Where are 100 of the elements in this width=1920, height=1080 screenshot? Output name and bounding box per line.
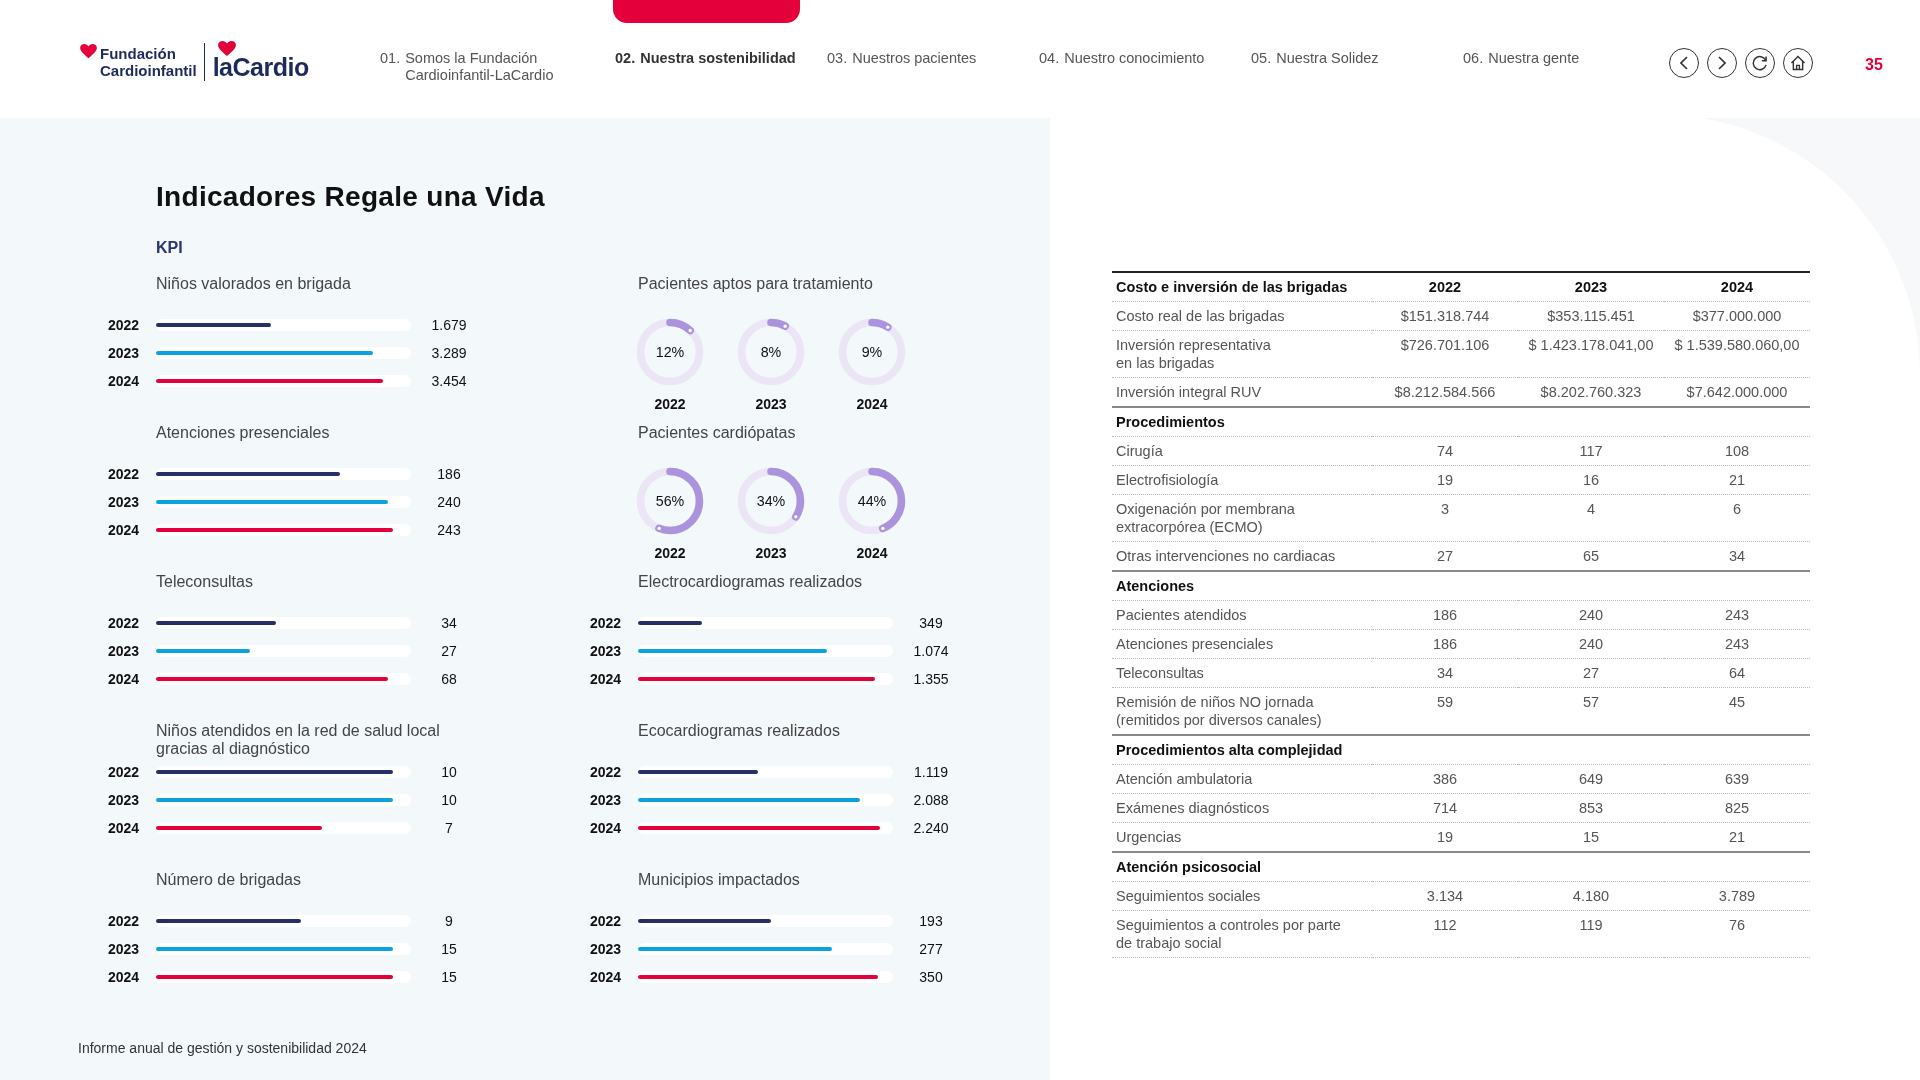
donut-chart (737, 467, 805, 535)
table-cell: $377.000.000 (1664, 301, 1810, 331)
donut-chart (838, 467, 906, 535)
nav-tab[interactable]: Nuestra gente (1488, 50, 1580, 84)
value-label: 10 (440, 764, 458, 780)
nav-tab[interactable]: 06. (1463, 50, 1484, 84)
table-cell: Costo real de las brigadas (1112, 301, 1372, 331)
table-cell: 117 (1518, 436, 1664, 466)
nav-tab[interactable]: Nuestro conocimiento (1064, 50, 1205, 84)
value-label: 349 (918, 615, 944, 631)
table-cell: 21 (1664, 822, 1810, 852)
column-header: 2024 (1664, 272, 1810, 302)
section-label: KPI (156, 238, 184, 258)
table-cell: 64 (1664, 658, 1810, 688)
table-cell: 57 (1518, 687, 1664, 735)
year-label: 2024 (590, 969, 623, 985)
table-cell: 19 (1372, 822, 1518, 852)
table-cell: 649 (1518, 764, 1664, 794)
table-header: Costo e inversión de las brigadas (1112, 272, 1372, 302)
year-label: 2024 (590, 820, 623, 836)
table-cell: Pacientes atendidos (1112, 600, 1372, 630)
table-cell: Inversión representativa en las brigadas (1112, 330, 1372, 378)
value-label: 27 (440, 643, 458, 659)
year-label: 2023 (108, 494, 141, 510)
table-cell: 3.134 (1372, 881, 1518, 911)
year-label: 2024 (108, 522, 141, 538)
heart-icon (217, 40, 236, 57)
year-label: 2022 (108, 466, 141, 482)
table-cell: 65 (1518, 541, 1664, 571)
nav-tab[interactable]: Nuestra Solidez (1276, 50, 1379, 84)
page-title: Indicadores Regale una Vida (156, 180, 546, 214)
year-label: 2024 (108, 969, 141, 985)
table-cell: 19 (1372, 465, 1518, 495)
table-cell: Electrofisiología (1112, 465, 1372, 495)
table-cell: 243 (1664, 629, 1810, 659)
value-label: 1.679 (430, 317, 468, 333)
table-cell: $7.642.000.000 (1664, 377, 1810, 407)
table-cell: 119 (1518, 910, 1664, 958)
heart-icon (80, 44, 97, 59)
nav-tab[interactable]: Somos la Fundación Cardioinfantil-LaCardio (405, 50, 554, 84)
nav-tab[interactable]: 02. (615, 50, 636, 84)
indicator-title: Niños valorados en brigada (156, 275, 352, 294)
value-label: 15 (440, 969, 458, 985)
table-cell: Atenciones presenciales (1112, 629, 1372, 659)
table-cell: 186 (1372, 600, 1518, 630)
value-label: 1.355 (912, 671, 950, 687)
nav-tab[interactable]: 05. (1251, 50, 1272, 84)
table-cell: 186 (1372, 629, 1518, 659)
percent-label: 8% (760, 343, 782, 360)
nav-tab[interactable]: Nuestra sostenibilidad (640, 50, 796, 84)
table-cell: 108 (1664, 436, 1810, 466)
section-header: Atención psicosocial (1112, 852, 1810, 882)
year-label: 2023 (108, 792, 141, 808)
home-button[interactable] (1783, 48, 1813, 78)
value-label: 186 (436, 466, 462, 482)
value-label: 350 (918, 969, 944, 985)
table-cell: Cirugía (1112, 436, 1372, 466)
table-cell: Seguimientos sociales (1112, 881, 1372, 911)
year-label: 2023 (590, 643, 623, 659)
previous-button[interactable] (1669, 48, 1699, 78)
table-cell: 3.789 (1664, 881, 1810, 911)
value-label: 277 (918, 941, 944, 957)
table-cell: $8.202.760.323 (1518, 377, 1664, 407)
value-label: 2.240 (912, 820, 950, 836)
table-cell: 240 (1518, 629, 1664, 659)
refresh-button[interactable] (1745, 48, 1775, 78)
year-label: 2024 (856, 396, 888, 412)
year-label: 2022 (108, 615, 141, 631)
table-cell: 639 (1664, 764, 1810, 794)
nav-tab[interactable]: 03. (827, 50, 848, 84)
value-label: 193 (918, 913, 944, 929)
table-cell: Atención ambulatoria (1112, 764, 1372, 794)
table-cell: $151.318.744 (1372, 301, 1518, 331)
brand-name: laCardio (212, 52, 309, 81)
column-header: 2022 (1372, 272, 1518, 302)
section-header: Procedimientos alta complejidad (1112, 735, 1810, 765)
next-button[interactable] (1707, 48, 1737, 78)
nav-tab[interactable]: Nuestros pacientes (852, 50, 977, 84)
year-label: 2023 (755, 545, 787, 561)
logo-text: Cardioinfantil (100, 62, 197, 79)
table-cell: Urgencias (1112, 822, 1372, 852)
nav-tab[interactable]: 04. (1039, 50, 1060, 84)
indicator-title: Niños atendidos en la red de salud local gracias al diagnóstico (156, 722, 441, 758)
nav-tab[interactable]: 01. (380, 50, 401, 84)
table-cell: 15 (1518, 822, 1664, 852)
table-cell: 45 (1664, 687, 1810, 735)
table-cell: Exámenes diagnósticos (1112, 793, 1372, 823)
table-cell: $ 1.423.178.041,00 (1518, 330, 1664, 378)
table-cell: 112 (1372, 910, 1518, 958)
table-cell: 6 (1664, 494, 1810, 542)
table-cell: 3 (1372, 494, 1518, 542)
value-label: 240 (436, 494, 462, 510)
year-label: 2024 (108, 373, 141, 389)
year-label: 2024 (856, 545, 888, 561)
year-label: 2024 (108, 671, 141, 687)
table-cell: 853 (1518, 793, 1664, 823)
section-header: Atenciones (1112, 571, 1810, 601)
table-cell: Remisión de niños NO jornada (remitidos por diversos canales) (1112, 687, 1372, 735)
table-cell: 76 (1664, 910, 1810, 958)
table-cell: Teleconsultas (1112, 658, 1372, 688)
